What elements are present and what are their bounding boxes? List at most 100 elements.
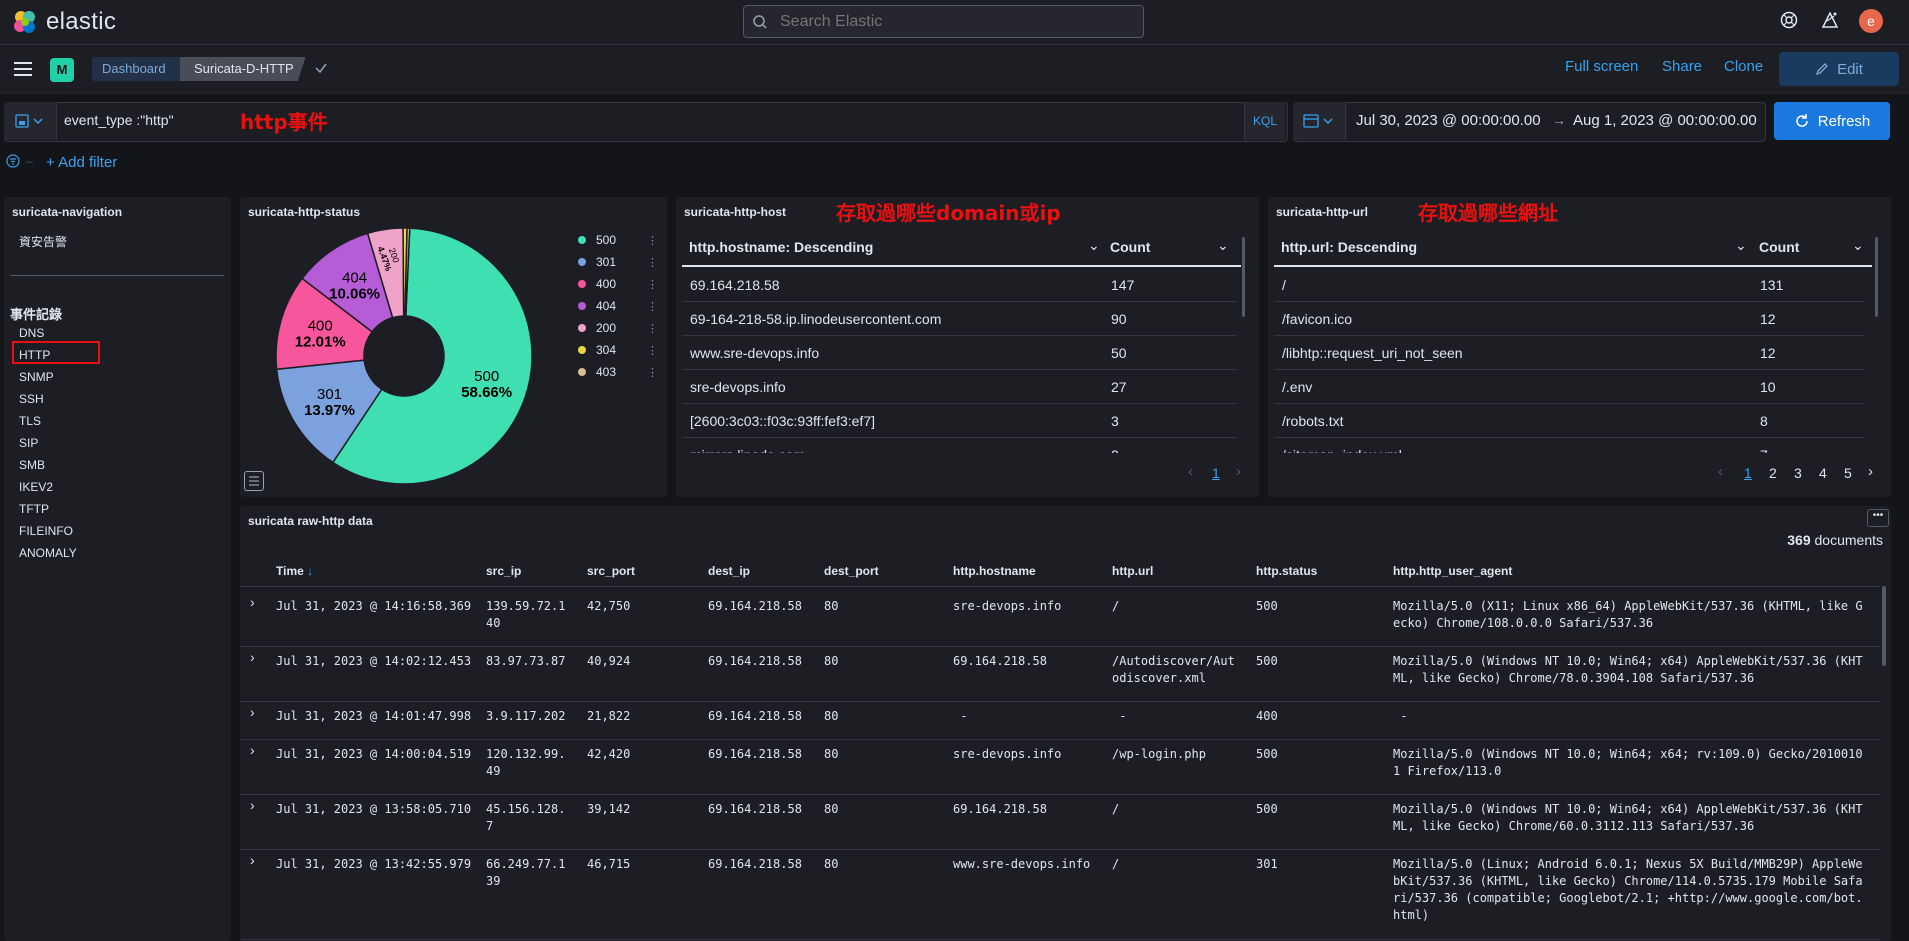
page-1[interactable]: 1 <box>1212 465 1220 481</box>
nav-divider <box>10 275 224 276</box>
nav-item-sip[interactable]: SIP <box>19 436 38 450</box>
newsfeed-icon[interactable] <box>1820 10 1840 30</box>
page-2[interactable]: 2 <box>1769 465 1777 481</box>
breadcrumb-dashboard[interactable]: Dashboard <box>92 57 180 81</box>
legend-item-200[interactable]: 200 ⋮ <box>578 321 658 335</box>
pencil-icon <box>1816 63 1828 76</box>
clone-link[interactable]: Clone <box>1724 58 1763 75</box>
filter-options-icon[interactable] <box>6 154 20 168</box>
nav-item-tls[interactable]: TLS <box>19 414 41 428</box>
table-cell-key[interactable]: mirrors.linode.com <box>690 447 805 453</box>
raw-cell-dest-port: 80 <box>824 802 839 816</box>
search-input[interactable] <box>778 11 1122 32</box>
legend-options-icon[interactable]: ⋮ <box>647 256 658 269</box>
table-cell-key[interactable]: /robots.txt <box>1282 413 1343 429</box>
page-4[interactable]: 4 <box>1819 465 1827 481</box>
kql-toggle[interactable]: KQL <box>1244 102 1285 140</box>
legend-options-icon[interactable]: ⋮ <box>647 300 658 313</box>
raw-cell-http-hostname: 69.164.218.58 <box>953 654 1047 668</box>
query-input[interactable]: event_type :"http" <box>64 112 174 128</box>
table-cell-key[interactable]: /sitemap_index.xml <box>1282 447 1402 453</box>
legend-item-400[interactable]: 400 ⋮ <box>578 277 658 291</box>
column-hostname[interactable]: http.hostname <box>953 564 1036 578</box>
expand-row-icon[interactable]: › <box>250 742 255 759</box>
column-user-agent[interactable]: http.http_user_agent <box>1393 564 1512 578</box>
page-1[interactable]: 1 <box>1744 465 1752 481</box>
next-page-icon[interactable]: › <box>1868 463 1873 480</box>
table-scrollbar[interactable] <box>1242 237 1245 317</box>
full-screen-link[interactable]: Full screen <box>1565 58 1638 75</box>
legend-options-icon[interactable]: ⋮ <box>647 344 658 357</box>
column-status[interactable]: http.status <box>1256 564 1317 578</box>
legend-options-icon[interactable]: ⋮ <box>647 366 658 379</box>
column-time[interactable]: Time ↓ <box>276 564 313 578</box>
quick-date-menu[interactable] <box>1293 102 1346 140</box>
table-cell-key[interactable]: 69-164-218-58.ip.linodeusercontent.com <box>690 311 941 327</box>
add-filter-link[interactable]: + Add filter <box>46 154 117 171</box>
table-cell-key[interactable]: / <box>1282 277 1286 293</box>
panel-title: suricata-navigation <box>12 205 123 219</box>
next-page-icon[interactable]: › <box>1236 463 1241 480</box>
column-url[interactable]: http.url <box>1112 564 1153 578</box>
global-search[interactable] <box>743 5 1144 38</box>
table-cell-key[interactable]: www.sre-devops.info <box>690 345 819 361</box>
edit-button[interactable]: Edit <box>1779 52 1899 86</box>
table-cell-key[interactable]: /favicon.ico <box>1282 311 1352 327</box>
donut-chart[interactable]: 50058.66%30113.97%40012.01%40410.06%2004… <box>274 227 534 485</box>
user-avatar[interactable]: e <box>1859 9 1883 33</box>
table-cell-key[interactable]: [2600:3c03::f03c:93ff:fef3:ef7] <box>690 413 875 429</box>
legend-item-301[interactable]: 301 ⋮ <box>578 255 658 269</box>
nav-item-ssh[interactable]: SSH <box>19 392 44 406</box>
panel-raw-http-data: suricata raw-http data ••• 369 documents… <box>240 506 1891 941</box>
expand-row-icon[interactable]: › <box>250 649 255 666</box>
expand-row-icon[interactable]: › <box>250 704 255 721</box>
date-start[interactable]: Jul 30, 2023 @ 00:00:00.00 <box>1356 112 1541 129</box>
raw-cell-src-port: 21,822 <box>587 709 631 723</box>
nav-item-tftp[interactable]: TFTP <box>19 502 49 516</box>
legend-options-icon[interactable]: ⋮ <box>647 234 658 247</box>
date-end[interactable]: Aug 1, 2023 @ 00:00:00.00 <box>1573 112 1757 129</box>
legend-item-404[interactable]: 404 ⋮ <box>578 299 658 313</box>
nav-item-fileinfo[interactable]: FILEINFO <box>19 524 73 538</box>
legend-item-500[interactable]: 500 ⋮ <box>578 233 658 247</box>
nav-item-smb[interactable]: SMB <box>19 458 45 472</box>
table-cell-key[interactable]: sre-devops.info <box>690 379 786 395</box>
hamburger-menu-icon[interactable] <box>14 62 32 76</box>
elastic-logo[interactable]: elastic <box>12 8 116 36</box>
saved-query-menu[interactable] <box>4 102 57 140</box>
prev-page-icon[interactable]: ‹ <box>1718 463 1723 480</box>
table-scrollbar[interactable] <box>1882 586 1886 666</box>
column-dest-ip[interactable]: dest_ip <box>708 564 750 578</box>
table-cell-key[interactable]: /.env <box>1282 379 1312 395</box>
legend-item-304[interactable]: 304 ⋮ <box>578 343 658 357</box>
nav-item-anomaly[interactable]: ANOMALY <box>19 546 77 560</box>
nav-item-ikev2[interactable]: IKEV2 <box>19 480 53 494</box>
legend-options-icon[interactable]: ⋮ <box>647 278 658 291</box>
slice-percent: 58.66% <box>461 384 512 401</box>
expand-row-icon[interactable]: › <box>250 594 255 611</box>
table-scrollbar[interactable] <box>1875 237 1878 317</box>
share-link[interactable]: Share <box>1662 58 1702 75</box>
nav-item-snmp[interactable]: SNMP <box>19 370 54 384</box>
column-src-port[interactable]: src_port <box>587 564 635 578</box>
nav-alerts-link[interactable]: 資安告警 <box>19 233 67 250</box>
legend-options-icon[interactable]: ⋮ <box>647 322 658 335</box>
table-cell-key[interactable]: 69.164.218.58 <box>690 277 780 293</box>
panel-options-icon[interactable]: ••• <box>1867 509 1889 527</box>
page-5[interactable]: 5 <box>1844 465 1852 481</box>
expand-row-icon[interactable]: › <box>250 852 255 869</box>
legend-item-403[interactable]: 403 ⋮ <box>578 365 658 379</box>
column-src-ip[interactable]: src_ip <box>486 564 521 578</box>
expand-row-icon[interactable]: › <box>250 797 255 814</box>
refresh-button[interactable]: Refresh <box>1774 102 1890 140</box>
table-cell-key[interactable]: /libhtp::request_uri_not_seen <box>1282 345 1463 361</box>
query-bar[interactable] <box>4 102 1288 142</box>
legend-toggle-button[interactable] <box>244 471 264 491</box>
page-3[interactable]: 3 <box>1794 465 1802 481</box>
space-avatar[interactable]: M <box>50 58 74 82</box>
nav-item-http[interactable]: HTTP <box>19 348 50 362</box>
prev-page-icon[interactable]: ‹ <box>1188 463 1193 480</box>
column-dest-port[interactable]: dest_port <box>824 564 879 578</box>
help-icon[interactable] <box>1779 10 1799 30</box>
nav-item-dns[interactable]: DNS <box>19 326 44 340</box>
